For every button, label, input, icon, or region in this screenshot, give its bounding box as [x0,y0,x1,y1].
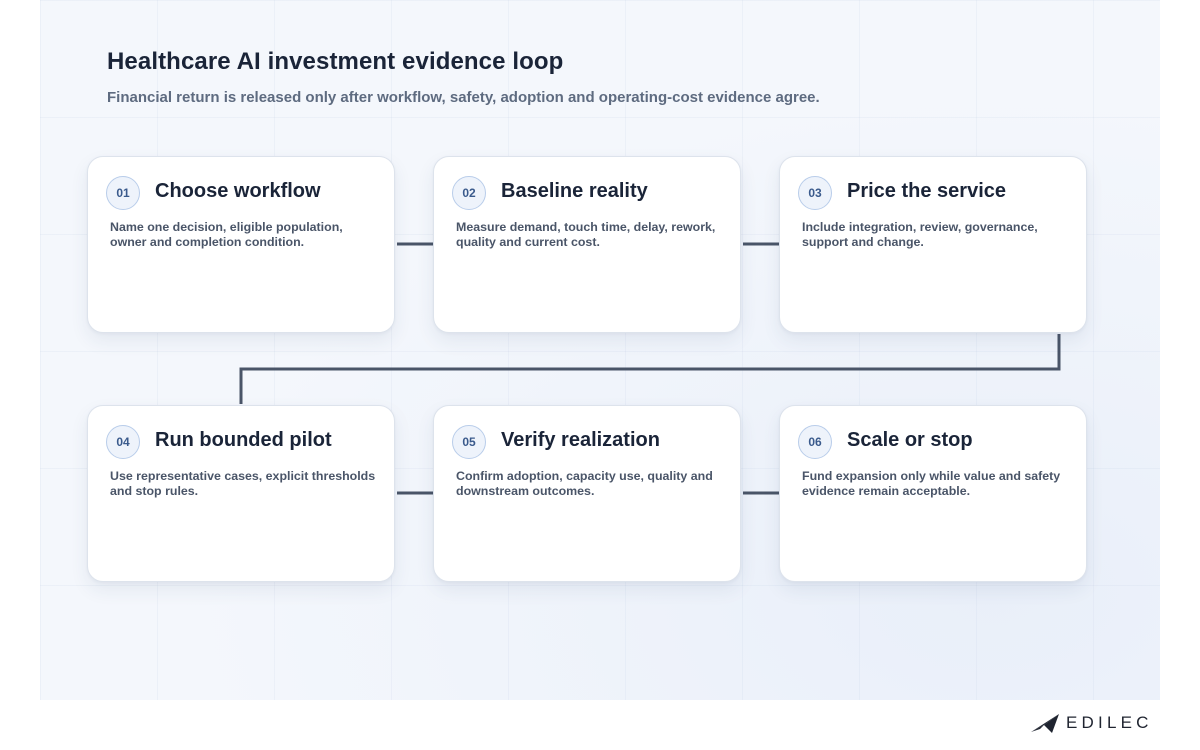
brand-name: EDILEC [1066,713,1153,732]
step-description: Include integration, review, governance,… [802,220,1038,249]
step-card-02: 02 Baseline reality Measure demand, touc… [433,156,741,333]
step-card-06: 06 Scale or stop Fund expansion only whi… [779,405,1087,582]
step-title: Verify realization [501,429,660,451]
connector-lines [239,242,1061,495]
step-number-badge: 02 [452,176,486,210]
step-card-01: 01 Choose workflow Name one decision, el… [87,156,395,333]
step-title: Run bounded pilot [155,429,332,451]
edilec-logo-icon [1031,714,1059,733]
step-description: Use representative cases, explicit thres… [110,469,376,498]
step-number-badge: 06 [798,425,832,459]
step-title: Scale or stop [847,429,973,451]
step-number-badge: 01 [106,176,140,210]
brand-logo: EDILEC [1030,710,1153,736]
step-number-badge: 04 [106,425,140,459]
step-card-03: 03 Price the service Include integration… [779,156,1087,333]
step-title: Choose workflow [155,180,321,202]
step-card-04: 04 Run bounded pilot Use representative … [87,405,395,582]
step-number-badge: 05 [452,425,486,459]
step-description: Fund expansion only while value and safe… [802,469,1061,498]
step-title: Price the service [847,180,1006,202]
step-description: Name one decision, eligible population, … [110,220,343,249]
step-title: Baseline reality [501,180,648,202]
step-description: Confirm adoption, capacity use, quality … [456,469,713,498]
connector-03-04 [239,334,1061,404]
step-number-badge: 03 [798,176,832,210]
step-card-05: 05 Verify realization Confirm adoption, … [433,405,741,582]
step-description: Measure demand, touch time, delay, rewor… [456,220,716,249]
